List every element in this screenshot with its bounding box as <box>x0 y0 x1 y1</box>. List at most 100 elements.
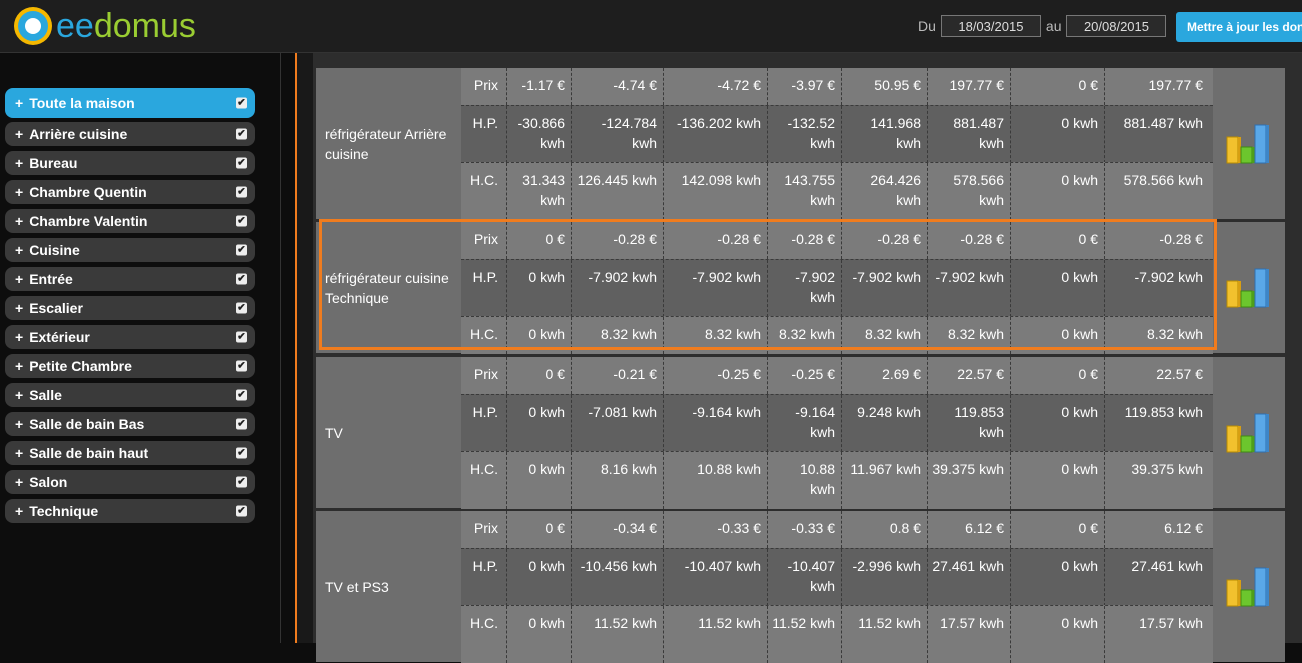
value-cell: 0 € <box>507 222 572 259</box>
metric-row-prix: Prix -1.17 € -4.74 € -4.72 € -3.97 €50.95 €1… <box>461 68 1213 105</box>
metric-row-hp: H.P. 0 kwh -7.081 kwh -9.164 kwh -9.164 kwh 9… <box>461 394 1213 452</box>
sidebar-room-item[interactable]: + Toute la maison ✔ <box>5 88 255 118</box>
eedomus-logo[interactable]: eedomus <box>14 4 196 48</box>
value-cell: 39.375 kwh <box>1131 461 1203 477</box>
value-cell: 50.95 € <box>842 68 928 105</box>
room-checkbox[interactable]: ✔ <box>236 447 247 459</box>
logo-text: eedomus <box>56 7 196 45</box>
sidebar-room-item[interactable]: + Escalier ✔ <box>5 296 255 320</box>
value-cell: -9.164 kwh <box>768 395 842 452</box>
value-cell: 0 € <box>507 511 572 548</box>
expand-plus-icon[interactable]: + <box>15 503 23 519</box>
sidebar-room-item[interactable]: + Salle ✔ <box>5 383 255 407</box>
expand-plus-icon[interactable]: + <box>15 358 23 374</box>
bar-chart-icon[interactable] <box>1225 265 1273 311</box>
room-checkbox[interactable]: ✔ <box>236 186 247 198</box>
expand-plus-icon[interactable]: + <box>15 271 23 287</box>
value-cell: -30.866 kwh <box>507 106 572 163</box>
value-cell: 881.487 kwh <box>1123 115 1203 131</box>
value-cell: 0 kwh <box>1011 549 1105 606</box>
room-checkbox[interactable]: ✔ <box>236 157 247 169</box>
expand-plus-icon[interactable]: + <box>15 329 23 345</box>
value-cell: -0.21 € <box>572 357 664 394</box>
value-cell: 143.755 kwh <box>768 163 842 220</box>
room-checkbox[interactable]: ✔ <box>236 302 247 314</box>
expand-plus-icon[interactable]: + <box>15 387 23 403</box>
metric-row-hc: H.C. 0 kwh 8.32 kwh 8.32 kwh 8.32 kwh 8.32 kw… <box>461 316 1213 354</box>
room-label: Chambre Quentin <box>29 184 147 200</box>
room-checkbox[interactable]: ✔ <box>236 244 247 256</box>
expand-plus-icon[interactable]: + <box>15 300 23 316</box>
value-cell: 8.32 kwh <box>572 317 664 354</box>
value-cell: 142.098 kwh <box>664 163 768 220</box>
expand-plus-icon[interactable]: + <box>15 445 23 461</box>
value-cell: 11.52 kwh <box>572 606 664 663</box>
sidebar-room-item[interactable]: + Salle de bain Bas ✔ <box>5 412 255 436</box>
sidebar-room-item[interactable]: + Chambre Valentin ✔ <box>5 209 255 233</box>
value-cell: -0.33 € <box>768 511 842 548</box>
sidebar-room-item[interactable]: + Chambre Quentin ✔ <box>5 180 255 204</box>
value-cell: 6.12 € <box>928 511 1011 548</box>
room-checkbox[interactable]: ✔ <box>236 331 247 343</box>
expand-plus-icon[interactable]: + <box>15 126 23 142</box>
expand-plus-icon[interactable]: + <box>15 474 23 490</box>
sidebar-room-item[interactable]: + Entrée ✔ <box>5 267 255 291</box>
bar-chart-icon[interactable] <box>1225 121 1273 167</box>
expand-plus-icon[interactable]: + <box>15 242 23 258</box>
sidebar-room-item[interactable]: + Salle de bain haut ✔ <box>5 441 255 465</box>
value-cell: -132.52 kwh <box>768 106 842 163</box>
row-label: H.C. <box>461 452 507 509</box>
expand-plus-icon[interactable]: + <box>15 155 23 171</box>
from-label: Du <box>918 18 936 34</box>
value-cell: 11.52 kwh <box>768 606 842 663</box>
value-cell: -0.34 € <box>572 511 664 548</box>
bar-chart-icon[interactable] <box>1225 564 1273 610</box>
row-label: H.P. <box>461 260 507 317</box>
room-checkbox[interactable]: ✔ <box>236 273 247 285</box>
value-cell: -124.784 kwh <box>572 106 664 163</box>
expand-plus-icon[interactable]: + <box>15 184 23 200</box>
update-data-button[interactable]: Mettre à jour les donn <box>1176 12 1302 42</box>
sidebar-room-item[interactable]: + Petite Chambre ✔ <box>5 354 255 378</box>
chart-button[interactable] <box>1213 68 1285 219</box>
value-cell: 0 kwh <box>1011 452 1105 509</box>
expand-plus-icon[interactable]: + <box>15 416 23 432</box>
device-name: TV <box>316 357 461 508</box>
value-cell: -3.97 € <box>768 68 842 105</box>
metric-row-hp: H.P. 0 kwh -7.902 kwh -7.902 kwh -7.902 kwh -… <box>461 259 1213 317</box>
chart-button[interactable] <box>1213 222 1285 353</box>
metric-row-prix: Prix 0 € -0.34 € -0.33 € -0.33 €0.8 €6.12 €0… <box>461 511 1213 548</box>
device-name: TV et PS3 <box>316 511 461 662</box>
value-cell: 39.375 kwh <box>928 452 1011 509</box>
room-checkbox[interactable]: ✔ <box>236 505 247 517</box>
sidebar-room-item[interactable]: + Bureau ✔ <box>5 151 255 175</box>
row-label: H.C. <box>461 606 507 663</box>
value-cell: 119.853 kwh <box>1124 404 1203 420</box>
room-checkbox[interactable]: ✔ <box>236 97 247 109</box>
sidebar-room-item[interactable]: + Salon ✔ <box>5 470 255 494</box>
room-checkbox[interactable]: ✔ <box>236 418 247 430</box>
sidebar-room-item[interactable]: + Arrière cuisine ✔ <box>5 122 255 146</box>
room-label: Salle de bain Bas <box>29 416 145 432</box>
room-checkbox[interactable]: ✔ <box>236 389 247 401</box>
sidebar-room-item[interactable]: + Cuisine ✔ <box>5 238 255 262</box>
room-checkbox[interactable]: ✔ <box>236 476 247 488</box>
from-date-input[interactable] <box>940 15 1041 37</box>
to-date-input[interactable] <box>1066 15 1167 37</box>
row-label: H.P. <box>461 395 507 452</box>
room-checkbox[interactable]: ✔ <box>236 215 247 227</box>
expand-plus-icon[interactable]: + <box>15 213 23 229</box>
device-name: réfrigérateur Arrière cuisine <box>316 68 461 219</box>
sidebar-room-item[interactable]: + Extérieur ✔ <box>5 325 255 349</box>
room-checkbox[interactable]: ✔ <box>236 360 247 372</box>
chart-button[interactable] <box>1213 357 1285 508</box>
bar-chart-icon[interactable] <box>1225 410 1273 456</box>
room-checkbox[interactable]: ✔ <box>236 128 247 140</box>
value-cell: 0 kwh <box>1011 395 1105 452</box>
sidebar-room-item[interactable]: + Technique ✔ <box>5 499 255 523</box>
metric-row-prix: Prix 0 € -0.21 € -0.25 € -0.25 €2.69 €22.57 … <box>461 357 1213 394</box>
value-cell: 8.32 kwh <box>842 317 928 354</box>
value-cell: 0 kwh <box>1011 163 1105 220</box>
chart-button[interactable] <box>1213 511 1285 662</box>
expand-plus-icon[interactable]: + <box>15 95 23 111</box>
